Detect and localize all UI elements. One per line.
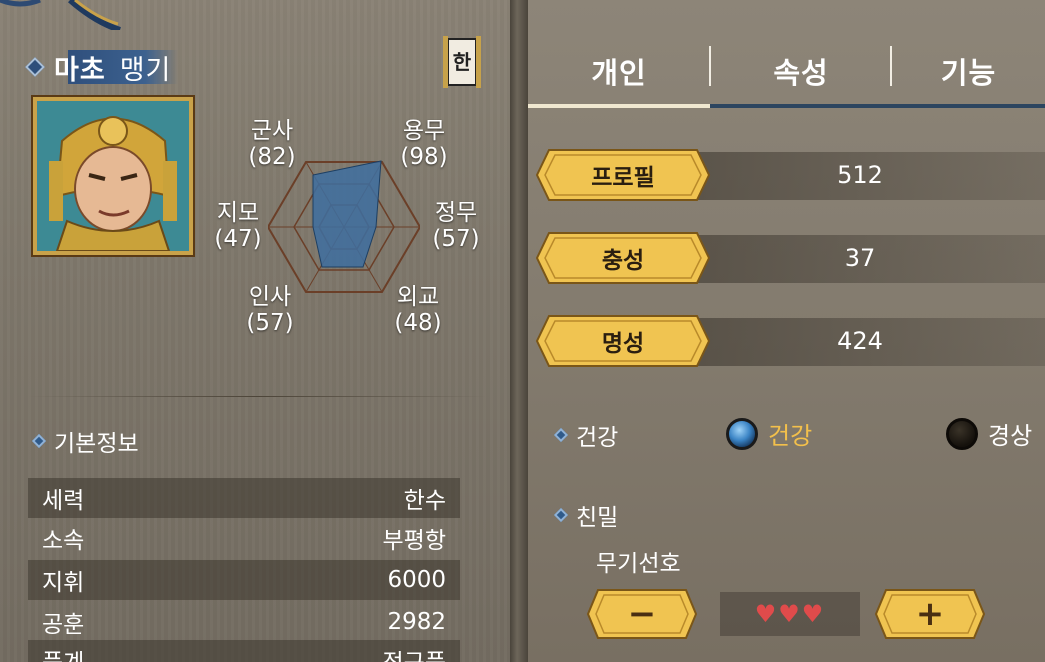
diamond-icon (25, 57, 45, 77)
stat-politics: 정무 (57) (432, 200, 480, 252)
fame-value: 424 (837, 327, 883, 355)
health-header: 건강 (553, 418, 618, 452)
stat-radar-chart (268, 160, 420, 293)
loyalty-value: 37 (844, 244, 876, 272)
stat-row-loyalty: 충성 37 (535, 231, 1045, 285)
stat-row-profile: 프로필 512 (535, 148, 1045, 202)
diamond-icon (553, 427, 569, 443)
intimacy-header: 친밀 (553, 498, 618, 532)
active-tab-indicator (528, 104, 710, 108)
radio-selected-icon (726, 417, 758, 450)
section-divider (28, 396, 488, 397)
health-option-healthy[interactable]: 건강 (726, 416, 812, 451)
panel-divider (510, 0, 528, 662)
general-name-bar: 마초 맹기 (25, 48, 218, 86)
profile-value: 512 (837, 161, 883, 189)
language-toggle-button[interactable]: 한 (440, 36, 484, 88)
tab-attributes[interactable]: 속성 (710, 40, 892, 102)
detail-tabs: 개인 속성 기능 (528, 40, 1045, 110)
stat-row-fame: 명성 424 (535, 314, 1045, 368)
basic-info-header: 기본정보 (31, 424, 139, 458)
profile-button[interactable]: 프로필 (535, 148, 711, 202)
info-row-faction: 세력 한수 (28, 478, 460, 518)
health-option-injured[interactable]: 경상 (946, 416, 1032, 451)
stat-intellect: 지모 (47) (214, 200, 262, 252)
language-label: 한 (447, 38, 477, 86)
weapon-preference-label: 무기선호 (596, 551, 681, 577)
general-style: 맹기 (119, 54, 172, 86)
info-row-rank: 품계정구품 (28, 640, 460, 662)
decrease-button[interactable]: − (586, 588, 698, 640)
tab-skills[interactable]: 기능 (892, 40, 1045, 102)
info-row-command: 지휘 6000 (28, 560, 460, 600)
diamond-icon (31, 433, 47, 449)
intimacy-hearts: ♥♥♥ (720, 592, 860, 636)
fame-button[interactable]: 명성 (535, 314, 711, 368)
minus-icon: − (627, 594, 657, 634)
info-row-merit: 공훈 2982 (42, 609, 446, 638)
plus-icon: + (915, 594, 945, 634)
increase-button[interactable]: + (874, 588, 986, 640)
corner-ornament-icon (0, 0, 121, 30)
radio-unselected-icon (946, 417, 978, 450)
info-row-affiliation: 소속 부평항 (42, 528, 446, 554)
tab-personal[interactable]: 개인 (528, 40, 710, 102)
general-portrait (33, 97, 193, 255)
diamond-icon (553, 507, 569, 523)
general-name: 마초 (54, 54, 106, 86)
loyalty-button[interactable]: 충성 (535, 231, 711, 285)
